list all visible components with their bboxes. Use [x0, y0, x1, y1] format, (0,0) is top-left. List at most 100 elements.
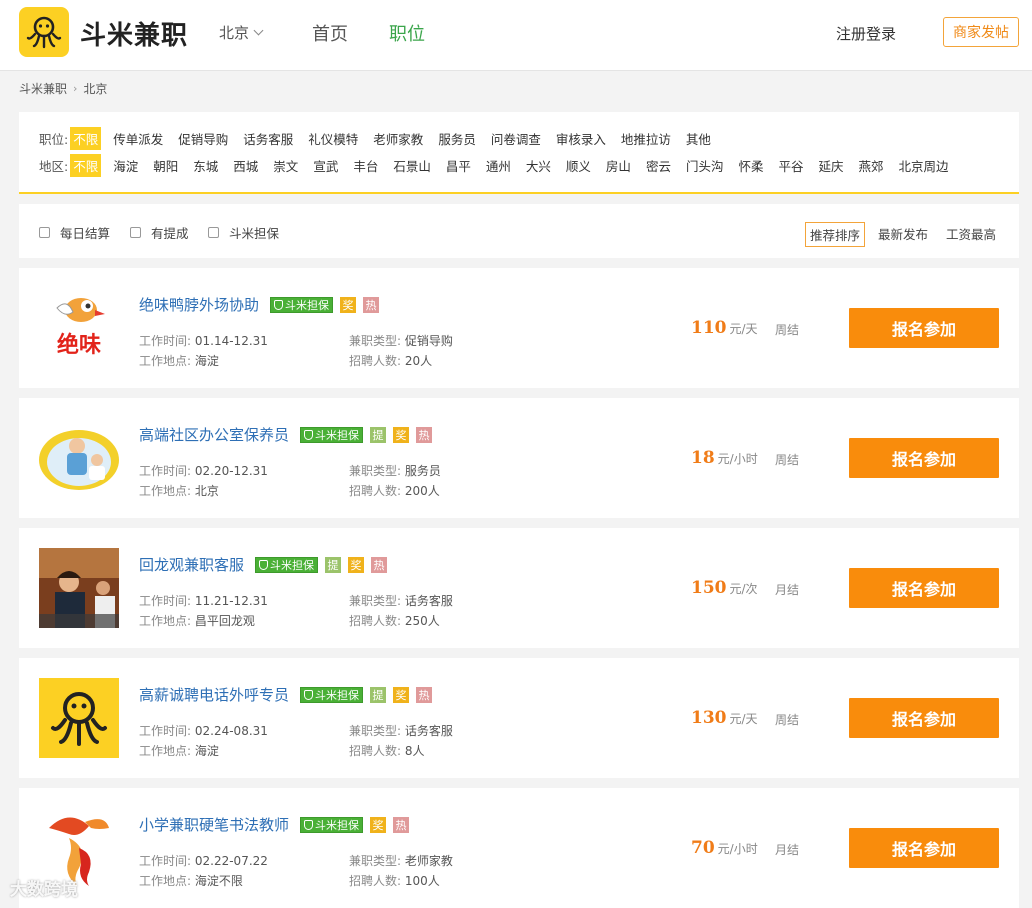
- apply-button[interactable]: 报名参加: [849, 698, 999, 738]
- work-time: 工作时间: 02.20-12.31: [139, 462, 268, 479]
- region-filter-option[interactable]: 延庆: [816, 154, 847, 177]
- region-filter-option[interactable]: 不限: [70, 154, 102, 177]
- job-type-label: 兼职类型:: [349, 334, 402, 348]
- region-filter-option[interactable]: 昌平: [443, 154, 474, 177]
- apply-button[interactable]: 报名参加: [849, 568, 999, 608]
- job-logo-image[interactable]: 绝味: [39, 288, 119, 368]
- region-filter-option[interactable]: 北京周边: [896, 154, 952, 177]
- region-filter-option[interactable]: 怀柔: [735, 154, 766, 177]
- region-filter-option[interactable]: 宣武: [310, 154, 341, 177]
- work-time: 工作时间: 02.22-07.22: [139, 852, 268, 869]
- job-card[interactable]: 回龙观兼职客服 斗米担保提奖热 工作时间: 11.21-12.31 工作地点: …: [19, 528, 1019, 648]
- apply-button[interactable]: 报名参加: [849, 828, 999, 868]
- city-label: 北京: [219, 24, 250, 42]
- guarantee-label: 斗米担保: [315, 688, 360, 702]
- position-filter-option[interactable]: 礼仪模特: [305, 127, 361, 150]
- job-card[interactable]: 高端社区办公室保养员 斗米担保提奖热 工作时间: 02.20-12.31 工作地…: [19, 398, 1019, 518]
- doumi-guarantee-checkbox[interactable]: 斗米担保: [208, 223, 279, 242]
- position-filter-option[interactable]: 老师家教: [370, 127, 426, 150]
- job-card[interactable]: 小学兼职硬笔书法教师 斗米担保奖热 工作时间: 02.22-07.22 工作地点…: [19, 788, 1019, 908]
- hiring-count: 招聘人数: 8人: [349, 742, 425, 759]
- checkbox-icon[interactable]: [208, 227, 219, 238]
- work-time: 工作时间: 01.14-12.31: [139, 332, 268, 349]
- position-filter-label: 职位:: [39, 132, 69, 147]
- region-filter-option[interactable]: 燕郊: [856, 154, 887, 177]
- job-title-link[interactable]: 高端社区办公室保养员: [139, 424, 289, 445]
- sort-bar: 每日结算 有提成 斗米担保 推荐排序 最新发布 工资最高: [19, 204, 1019, 258]
- region-filter-option[interactable]: 密云: [643, 154, 674, 177]
- breadcrumb-home[interactable]: 斗米兼职: [19, 80, 67, 97]
- region-filter-option[interactable]: 顺义: [563, 154, 594, 177]
- settlement-period: 周结: [775, 713, 800, 727]
- region-filter-option[interactable]: 朝阳: [150, 154, 181, 177]
- svg-text:绝味: 绝味: [57, 332, 101, 358]
- job-title-link[interactable]: 高薪诚聘电话外呼专员: [139, 684, 289, 705]
- checkbox-icon[interactable]: [39, 227, 50, 238]
- job-title-link[interactable]: 小学兼职硬笔书法教师: [139, 814, 289, 835]
- city-selector[interactable]: 北京: [219, 22, 264, 43]
- region-filter-option[interactable]: 石景山: [390, 154, 434, 177]
- sort-highest-salary[interactable]: 工资最高: [942, 222, 1000, 245]
- apply-button[interactable]: 报名参加: [849, 438, 999, 478]
- job-logo-image[interactable]: [39, 678, 119, 758]
- watermark: 大数跨境: [10, 880, 78, 900]
- hot-badge: 热: [416, 426, 433, 443]
- position-filter-option[interactable]: 不限: [70, 127, 102, 150]
- job-card[interactable]: 绝味 绝味鸭脖外场协助 斗米担保奖热 工作时间: 01.14-12.31 工作地…: [19, 268, 1019, 388]
- region-filter-option[interactable]: 平谷: [775, 154, 806, 177]
- position-filter-option[interactable]: 话务客服: [240, 127, 296, 150]
- position-filter-option[interactable]: 传单派发: [110, 127, 166, 150]
- position-filter-option[interactable]: 问卷调查: [488, 127, 544, 150]
- brand-name[interactable]: 斗米兼职: [80, 15, 188, 52]
- region-filter-option[interactable]: 东城: [190, 154, 221, 177]
- shield-icon: [304, 689, 314, 700]
- job-logo-image[interactable]: [39, 548, 119, 628]
- position-filter-option[interactable]: 审核录入: [553, 127, 609, 150]
- work-time-label: 工作时间:: [139, 724, 192, 738]
- checkbox-icon[interactable]: [130, 227, 141, 238]
- nav-jobs[interactable]: 职位: [389, 20, 425, 46]
- work-place: 工作地点: 海淀: [139, 352, 219, 369]
- job-card[interactable]: 高薪诚聘电话外呼专员 斗米担保提奖热 工作时间: 02.24-08.31 工作地…: [19, 658, 1019, 778]
- work-place-label: 工作地点:: [139, 744, 192, 758]
- work-place-value: 海淀不限: [194, 874, 243, 888]
- sort-recommended[interactable]: 推荐排序: [805, 222, 866, 247]
- hot-badge: 热: [363, 296, 380, 313]
- shield-icon: [259, 559, 269, 570]
- region-filter-option[interactable]: 房山: [603, 154, 634, 177]
- position-filter-option[interactable]: 其他: [683, 127, 714, 150]
- position-filter-option[interactable]: 服务员: [435, 127, 479, 150]
- position-filter-option[interactable]: 促销导购: [175, 127, 231, 150]
- region-filter-option[interactable]: 门头沟: [683, 154, 727, 177]
- commission-checkbox[interactable]: 有提成: [130, 223, 189, 242]
- region-filter-option[interactable]: 西城: [230, 154, 261, 177]
- nav-home[interactable]: 首页: [312, 20, 348, 46]
- login-register-link[interactable]: 注册登录: [836, 23, 896, 44]
- daily-settlement-checkbox[interactable]: 每日结算: [39, 223, 110, 242]
- region-filter-option[interactable]: 海淀: [110, 154, 141, 177]
- sort-newest[interactable]: 最新发布: [874, 222, 932, 245]
- region-filter-option[interactable]: 大兴: [523, 154, 554, 177]
- region-filter-option[interactable]: 崇文: [270, 154, 301, 177]
- shield-icon: [304, 819, 314, 830]
- region-filter-option[interactable]: 通州: [483, 154, 514, 177]
- commission-badge: 提: [370, 426, 387, 443]
- job-type: 兼职类型: 促销导购: [349, 332, 453, 349]
- settlement-period: 周结: [775, 323, 800, 337]
- bonus-badge: 奖: [370, 816, 387, 833]
- octopus-logo-icon[interactable]: [19, 7, 69, 57]
- hiring-count-label: 招聘人数:: [349, 614, 402, 628]
- hiring-count: 招聘人数: 200人: [349, 482, 440, 499]
- work-place: 工作地点: 海淀: [139, 742, 219, 759]
- settlement-period: 周结: [775, 453, 800, 467]
- position-filter-option[interactable]: 地推拉访: [618, 127, 674, 150]
- merchant-post-button[interactable]: 商家发帖: [943, 17, 1019, 47]
- work-place: 工作地点: 北京: [139, 482, 219, 499]
- job-title-link[interactable]: 回龙观兼职客服: [139, 554, 244, 575]
- job-logo-image[interactable]: [39, 418, 119, 498]
- region-filter-option[interactable]: 丰台: [350, 154, 381, 177]
- doumi-guarantee-badge: 斗米担保: [300, 816, 364, 833]
- job-title-link[interactable]: 绝味鸭脖外场协助: [139, 294, 259, 315]
- hot-badge: 热: [416, 686, 433, 703]
- apply-button[interactable]: 报名参加: [849, 308, 999, 348]
